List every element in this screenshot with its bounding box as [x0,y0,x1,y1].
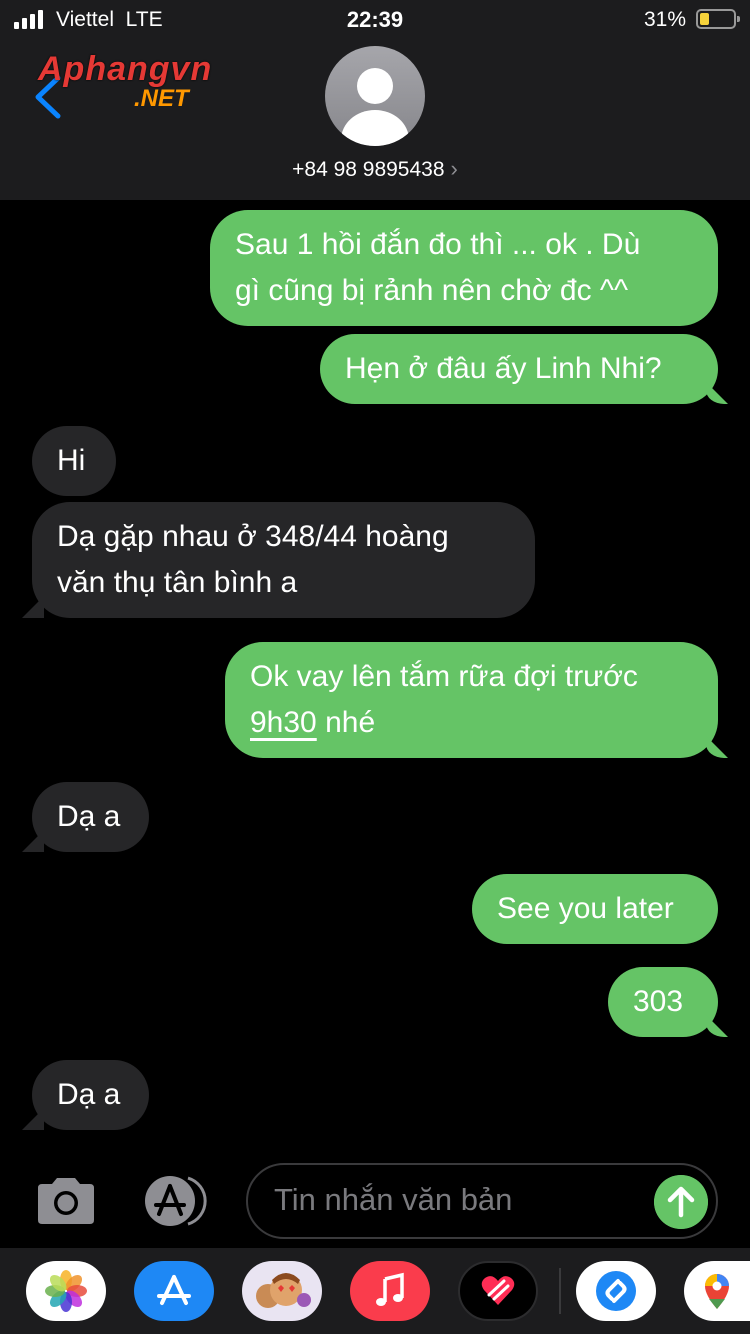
app-store-icon[interactable] [134,1261,214,1321]
contact-avatar[interactable] [325,46,425,146]
send-arrow-up-icon[interactable] [654,1175,708,1229]
input-placeholder: Tin nhắn văn bản [274,1182,513,1217]
message-bubble-incoming[interactable]: Dạ a [32,1060,149,1130]
message-text: Hẹn ở đâu ấy Linh Nhi? [345,352,662,385]
message-text: Ok vay lên tắm rữa đợi trước [250,660,638,693]
logo-line1: Aphangvn [38,50,213,88]
message-bubble-outgoing[interactable]: Hẹn ở đâu ấy Linh Nhi? [320,334,718,404]
message-text: Dạ a [57,800,121,833]
message-text: 303 [633,985,684,1018]
battery-icon [696,9,740,29]
message-text: Hi [57,444,86,477]
message-text: Dạ gặp nhau ở 348/44 hoàng [57,520,449,553]
logo-line2: .NET [134,85,189,112]
maps-icon[interactable] [684,1261,750,1321]
chevron-right-icon: › [450,156,458,181]
memoji-icon[interactable] [242,1261,322,1321]
clock: 22:39 [346,7,404,32]
message-bubble-incoming[interactable]: Hi [32,426,116,496]
shazam-icon[interactable] [576,1261,656,1321]
message-bubble-outgoing[interactable]: Sau 1 hồi đắn đo thì ... ok . Dù gì cũng… [210,210,718,326]
watermark-logo: Aphangvn .NET [38,50,212,113]
status-bar: Viettel LTE 22:39 31% [0,0,750,40]
avatar-body [341,110,409,146]
time-link[interactable]: 9h30 [250,706,317,739]
message-input[interactable]: Tin nhắn văn bản [246,1163,718,1239]
contact-name-button[interactable]: +84 98 9895438 › [0,156,750,182]
photos-icon[interactable] [26,1261,106,1321]
app-store-icon[interactable] [140,1174,212,1228]
app-drawer [0,1248,750,1334]
message-bubble-incoming[interactable]: Dạ gặp nhau ở 348/44 hoàng văn thụ tân b… [32,502,535,618]
avatar-head [357,68,393,104]
music-icon[interactable] [350,1261,430,1321]
phone-number: +84 98 9895438 [292,158,445,181]
message-text: văn thụ tân bình a [57,566,298,599]
digital-touch-icon[interactable] [458,1261,538,1321]
message-text: Sau 1 hồi đắn đo thì ... ok . Dù [235,228,641,261]
battery-percent: 31% [643,8,686,31]
message-bubble-outgoing[interactable]: See you later [472,874,718,944]
message-text: gì cũng bị rảnh nên chờ đc ^^ [235,274,629,307]
message-bubble-incoming[interactable]: Dạ a [32,782,149,852]
dock-divider [559,1268,561,1314]
camera-icon[interactable] [34,1176,98,1226]
message-bubble-outgoing[interactable]: 303 [608,967,718,1037]
message-bubble-outgoing[interactable]: Ok vay lên tắm rữa đợi trước 9h30 nhé [225,642,718,758]
message-text: Dạ a [57,1078,121,1111]
message-text: nhé [316,706,376,739]
message-text: See you later [497,892,674,925]
